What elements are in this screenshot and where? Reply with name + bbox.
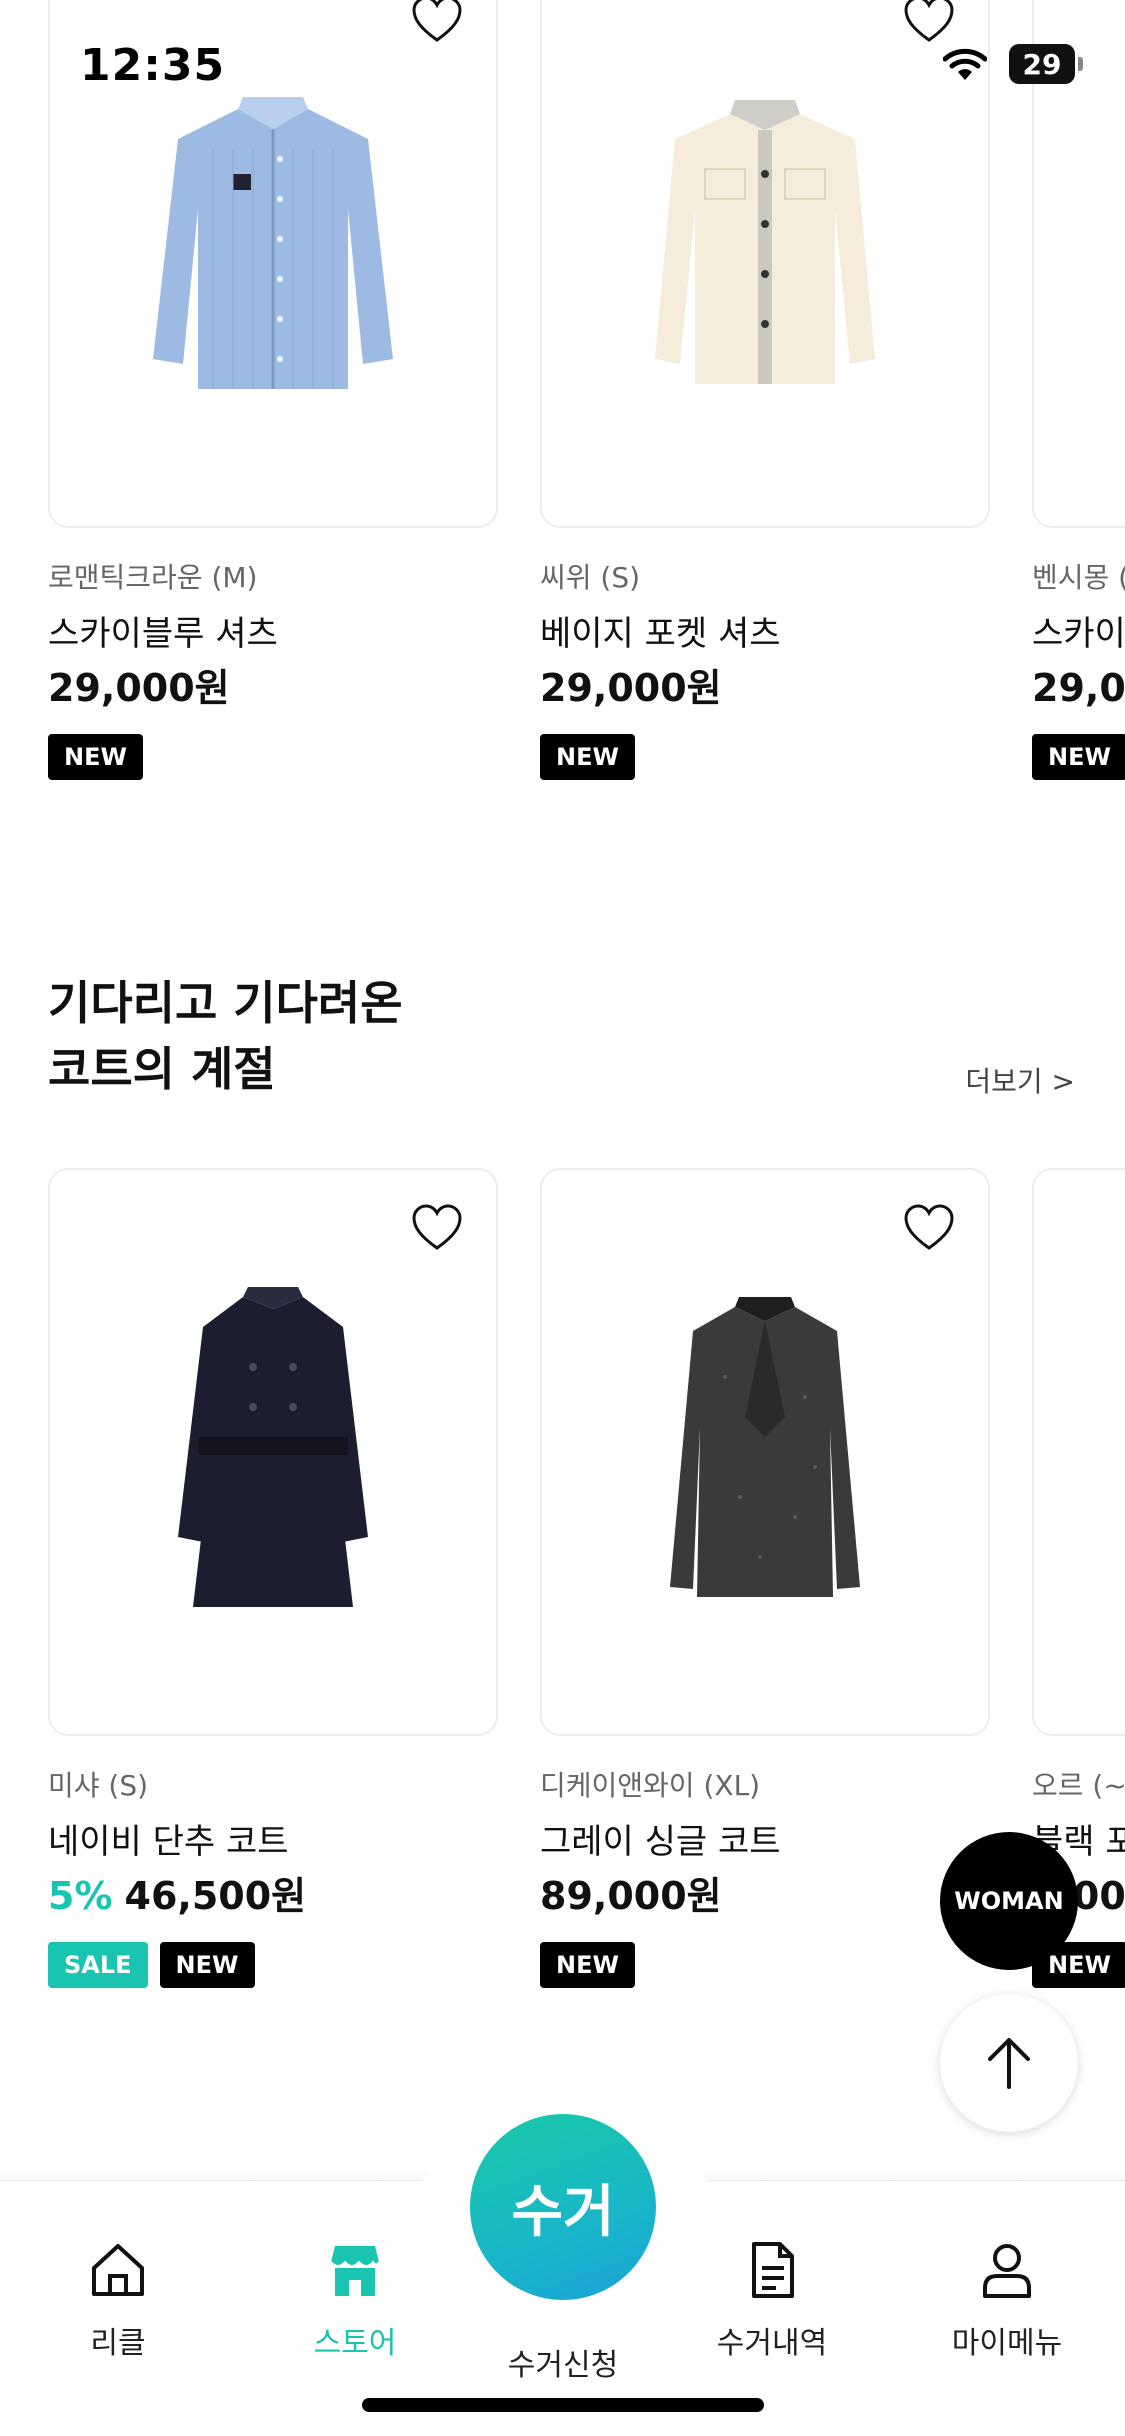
battery-icon: 29: [1009, 44, 1083, 84]
product-name: 스카이블루 셔츠: [48, 614, 278, 654]
heart-icon[interactable]: [902, 0, 956, 44]
sale-badge: SALE: [48, 1942, 148, 1988]
nav-item-pickup-history[interactable]: 수거내역: [692, 2240, 852, 2362]
product-card[interactable]: 로맨틱크라운 (M) 스카이블루 셔츠 29,000원 NEW: [48, 0, 498, 780]
product-name: 그레이 싱글 코트: [540, 1822, 781, 1862]
coat-image: [178, 1287, 368, 1607]
heart-icon[interactable]: [902, 1202, 956, 1252]
product-price: 29,00: [1032, 666, 1125, 710]
product-brand: 미샤 (S): [48, 1769, 149, 1802]
product-card[interactable]: 디케이앤와이 (XL) 그레이 싱글 코트 89,000원 NEW: [540, 1168, 990, 1988]
new-badge: NEW: [159, 1942, 255, 1988]
shirt-image: [153, 97, 393, 389]
shirt-image: [655, 100, 875, 384]
discount-rate: 5%: [48, 1874, 113, 1918]
new-badge: NEW: [540, 734, 635, 780]
product-image[interactable]: [540, 0, 990, 528]
new-badge: NEW: [1032, 734, 1125, 780]
product-image[interactable]: [48, 1168, 498, 1736]
nav-item-home[interactable]: 리클: [38, 2240, 198, 2362]
nav-item-my-menu[interactable]: 마이메뉴: [927, 2240, 1087, 2362]
heart-icon[interactable]: [410, 1202, 464, 1252]
document-icon: [752, 2242, 794, 2298]
new-badge: NEW: [48, 734, 143, 780]
product-brand: 벤시몽 (: [1032, 561, 1125, 594]
home-icon: [92, 2244, 144, 2296]
nav-label-store: 스토어: [313, 2326, 397, 2361]
status-icons: 29: [943, 44, 1083, 84]
product-brand: 디케이앤와이 (XL): [540, 1769, 761, 1802]
section-title-line2: 코트의 계절: [48, 1042, 276, 1096]
product-name: 베이지 포켓 셔츠: [540, 614, 781, 654]
scroll-top-button[interactable]: [940, 1994, 1078, 2132]
product-price: 46,500원: [124, 1874, 307, 1918]
product-card[interactable]: 미샤 (S) 네이비 단추 코트 5% 46,500원 SALE NEW: [48, 1168, 498, 1988]
product-card[interactable]: 벤시몽 ( 스카이 29,00 NEW: [1032, 0, 1125, 780]
person-icon: [983, 2244, 1031, 2298]
product-price: 29,000원: [48, 666, 230, 710]
store-icon: [330, 2246, 380, 2296]
nav-label-pickup-history: 수거내역: [716, 2326, 828, 2361]
product-price: 29,000원: [540, 666, 722, 710]
heart-icon[interactable]: [410, 0, 464, 44]
woman-filter-button[interactable]: WOMAN: [940, 1832, 1078, 1970]
product-brand: 로맨틱크라운 (M): [48, 561, 258, 594]
pickup-fab-button[interactable]: 수거: [470, 2114, 656, 2300]
arrow-up-icon: [988, 2038, 1030, 2089]
wifi-icon: [943, 48, 987, 80]
product-price: 89,000원: [540, 1874, 722, 1918]
product-card[interactable]: 씨위 (S) 베이지 포켓 셔츠 29,000원 NEW: [540, 0, 990, 780]
more-link[interactable]: 더보기 >: [965, 1060, 1075, 1100]
nav-label-home: 리클: [90, 2326, 146, 2361]
nav-label-pickup-request[interactable]: 수거신청: [483, 2340, 643, 2384]
product-brand: 씨위 (S): [540, 561, 641, 594]
product-image[interactable]: [1032, 1168, 1125, 1736]
nav-label-my-menu: 마이메뉴: [951, 2326, 1063, 2361]
product-image[interactable]: [540, 1168, 990, 1736]
product-name: 네이비 단추 코트: [48, 1822, 289, 1862]
status-time: 12:35: [80, 40, 226, 91]
coat-image: [670, 1297, 860, 1597]
screen: 로맨틱크라운 (M) 스카이블루 셔츠 29,000원 NEW 씨위 (S) 베…: [0, 0, 1125, 2436]
nav-item-store[interactable]: 스토어: [275, 2240, 435, 2362]
product-brand: 오르 (~): [1032, 1769, 1125, 1802]
product-name: 스카이: [1032, 614, 1125, 654]
home-indicator: [362, 2398, 764, 2412]
section-title: 기다리고 기다려온 코트의 계절: [48, 970, 403, 1102]
section-title-line1: 기다리고 기다려온: [48, 976, 403, 1030]
new-badge: NEW: [540, 1942, 635, 1988]
